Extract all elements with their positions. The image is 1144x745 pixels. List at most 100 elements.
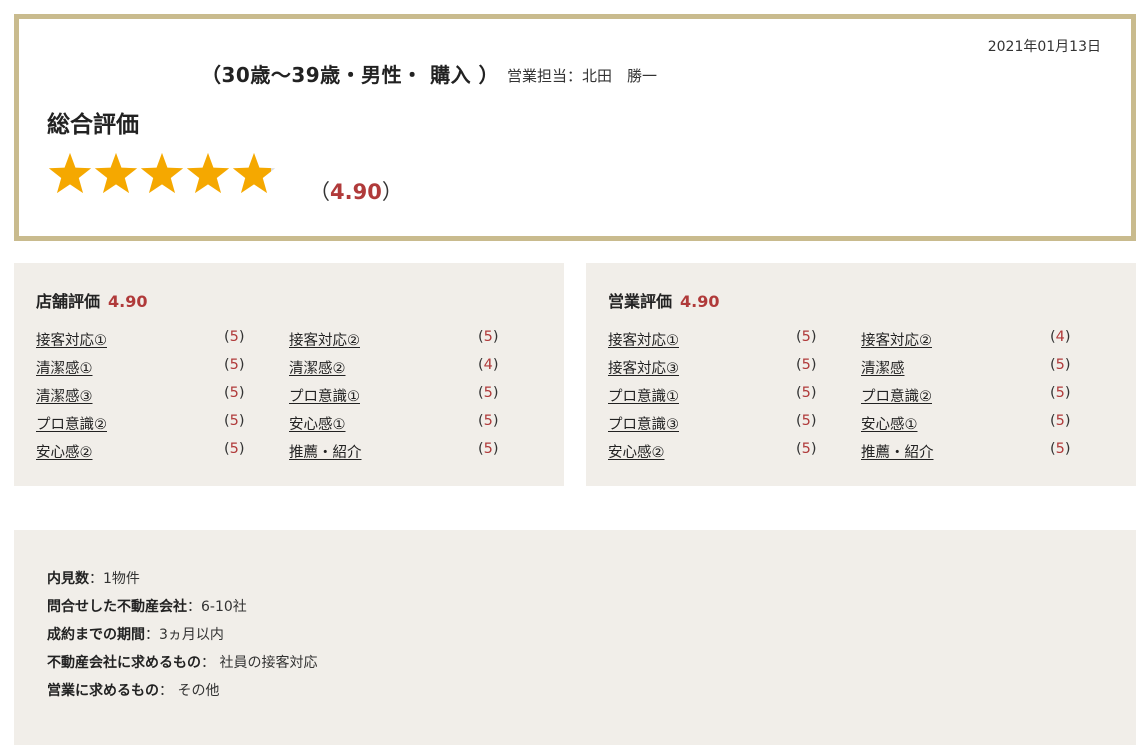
review-date: 2021年01月13日 [987, 39, 1101, 55]
detail-value: 3ヵ月以内 [159, 627, 224, 643]
score-value: 5 [1055, 413, 1065, 429]
star-icon [140, 152, 184, 194]
store-criterion-link[interactable]: 接客対応② [289, 329, 360, 350]
sales-criterion-link[interactable]: プロ意識① [608, 385, 679, 406]
store-criterion-score: (5) [224, 385, 245, 401]
star-icon [186, 152, 230, 194]
sales-criterion-link[interactable]: 安心感① [861, 413, 918, 434]
score-value: 4 [1055, 329, 1065, 345]
star-rating [47, 151, 277, 197]
sales-criteria-row: 接客対応③ (5) 清潔感 (5) [608, 357, 1108, 385]
sales-rating-heading: 営業評価 4.90 [608, 288, 720, 312]
score-value: 5 [229, 329, 239, 345]
detail-key: 不動産会社に求めるもの [47, 655, 201, 671]
detail-key: 営業に求めるもの [47, 683, 159, 699]
store-criterion-score: (5) [478, 329, 499, 345]
store-rating-panel: 店舗評価 4.90 接客対応① (5) 接客対応② (5) 清潔感① (5) 清潔感② (4) 清… [14, 263, 564, 486]
score-close-paren: ） [381, 180, 403, 204]
detail-value: その他 [177, 683, 220, 699]
score-value: 5 [229, 385, 239, 401]
overall-score: （4.90） [309, 176, 403, 206]
detail-separator: ： [187, 599, 201, 615]
store-criterion-score: (5) [224, 413, 245, 429]
store-rating-score: 4.90 [108, 292, 148, 311]
sales-criterion-score: (5) [796, 441, 817, 457]
sales-criterion-score: (5) [1050, 413, 1071, 429]
store-criterion-score: (5) [224, 441, 245, 457]
store-criterion-link[interactable]: 接客対応① [36, 329, 107, 350]
detail-separator: ： [201, 655, 220, 671]
store-criterion-link[interactable]: 清潔感② [289, 357, 346, 378]
sales-criterion-score: (5) [796, 329, 817, 345]
sales-criteria-row: プロ意識① (5) プロ意識② (5) [608, 385, 1108, 413]
sales-rating-score: 4.90 [680, 292, 720, 311]
score-value: 5 [1055, 357, 1065, 373]
sales-criterion-score: (5) [796, 413, 817, 429]
store-criterion-score: (5) [478, 441, 499, 457]
detail-key: 問合せした不動産会社 [47, 599, 187, 615]
detail-value: 1物件 [103, 571, 140, 587]
sales-criterion-link[interactable]: 安心感② [608, 441, 665, 462]
sales-criterion-score: (5) [1050, 357, 1071, 373]
score-value: 5 [801, 385, 811, 401]
sales-criterion-link[interactable]: 接客対応① [608, 329, 679, 350]
detail-key: 内見数 [47, 571, 89, 587]
store-criteria-row: 清潔感① (5) 清潔感② (4) [36, 357, 536, 385]
store-rating-heading: 店舗評価 4.90 [36, 288, 148, 312]
store-criterion-link[interactable]: プロ意識② [36, 413, 107, 434]
store-criterion-score: (5) [478, 385, 499, 401]
sales-criterion-score: (5) [1050, 441, 1071, 457]
sales-criterion-score: (5) [796, 385, 817, 401]
detail-item: 内見数：1物件 [47, 568, 317, 596]
star-icon [94, 152, 138, 194]
score-value: 5 [1055, 441, 1065, 457]
store-criterion-score: (5) [224, 329, 245, 345]
star-icon [48, 152, 92, 194]
store-criterion-link[interactable]: 安心感① [289, 413, 346, 434]
score-value: 5 [229, 441, 239, 457]
sales-criterion-link[interactable]: 接客対応③ [608, 357, 679, 378]
detail-list: 内見数：1物件 問合せした不動産会社：6-10社 成約までの期間：3ヵ月以内 不動産会… [47, 568, 317, 708]
store-criteria-row: 清潔感③ (5) プロ意識① (5) [36, 385, 536, 413]
sales-criterion-link[interactable]: プロ意識③ [608, 413, 679, 434]
score-value: 5 [801, 413, 811, 429]
sales-rep: 営業担当：北田 勝一 [507, 65, 657, 86]
sales-criterion-score: (4) [1050, 329, 1071, 345]
store-criterion-score: (5) [224, 357, 245, 373]
sales-criterion-link[interactable]: 清潔感 [861, 357, 905, 378]
sales-criterion-link[interactable]: 推薦・紹介 [861, 441, 934, 462]
score-value: 5 [801, 441, 811, 457]
store-criteria-row: 安心感② (5) 推薦・紹介 (5) [36, 441, 536, 469]
sales-criterion-score: (5) [1050, 385, 1071, 401]
store-criteria-row: 接客対応① (5) 接客対応② (5) [36, 329, 536, 357]
overall-rating-title: 総合評価 [47, 112, 139, 138]
detail-key: 成約までの期間 [47, 627, 145, 643]
store-criterion-link[interactable]: 推薦・紹介 [289, 441, 362, 462]
score-value: 5 [801, 357, 811, 373]
overall-score-value: 4.90 [330, 180, 382, 204]
sales-rep-name: 北田 勝一 [582, 67, 658, 85]
score-value: 5 [483, 441, 493, 457]
score-value: 5 [483, 413, 493, 429]
sales-rating-panel: 営業評価 4.90 接客対応① (5) 接客対応② (4) 接客対応③ (5) 清潔感 (5) プ… [586, 263, 1136, 486]
store-criteria-grid: 接客対応① (5) 接客対応② (5) 清潔感① (5) 清潔感② (4) 清潔感③ (5) プロ意… [36, 329, 536, 469]
sales-criterion-link[interactable]: 接客対応② [861, 329, 932, 350]
store-criterion-link[interactable]: 清潔感① [36, 357, 93, 378]
store-criterion-link[interactable]: 清潔感③ [36, 385, 93, 406]
sales-criteria-row: 接客対応① (5) 接客対応② (4) [608, 329, 1108, 357]
store-criterion-link[interactable]: プロ意識① [289, 385, 360, 406]
sales-criteria-row: プロ意識③ (5) 安心感① (5) [608, 413, 1108, 441]
score-open-paren: （ [309, 180, 330, 204]
sales-criterion-score: (5) [796, 357, 817, 373]
detail-item: 不動産会社に求めるもの： 社員の接客対応 [47, 652, 317, 680]
score-value: 4 [483, 357, 493, 373]
detail-value: 社員の接客対応 [219, 655, 318, 671]
detail-value: 6-10社 [201, 599, 247, 615]
score-value: 5 [483, 385, 493, 401]
sales-rating-title: 営業評価 [608, 292, 673, 311]
store-rating-title: 店舗評価 [36, 292, 101, 311]
store-criterion-link[interactable]: 安心感② [36, 441, 93, 462]
sales-rep-label: 営業担当： [507, 67, 583, 85]
score-value: 5 [483, 329, 493, 345]
sales-criterion-link[interactable]: プロ意識② [861, 385, 932, 406]
